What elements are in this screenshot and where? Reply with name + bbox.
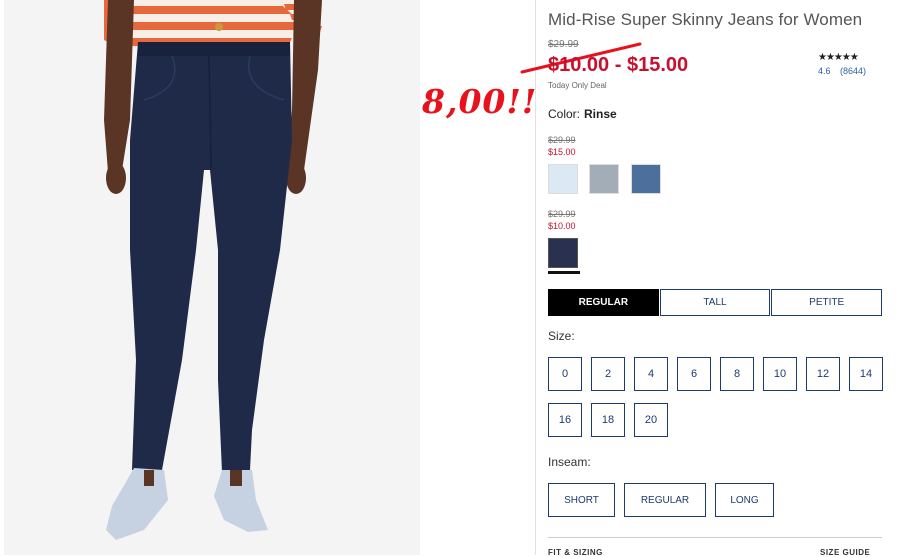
product-title: Mid-Rise Super Skinny Jeans for Women xyxy=(548,10,863,29)
inseam-regular-button[interactable]: REGULAR xyxy=(624,483,706,517)
swatch-group-2-old-price: $29.99 xyxy=(548,209,576,219)
selected-color-name: Rinse xyxy=(584,107,617,121)
section-divider xyxy=(548,537,882,538)
size-option-10[interactable]: 10 xyxy=(763,357,797,391)
rating[interactable]: ★★★★★ 4.6 (8644) xyxy=(818,52,873,76)
product-image[interactable] xyxy=(4,0,420,555)
size-option-18[interactable]: 18 xyxy=(591,403,625,437)
selected-swatch-indicator xyxy=(548,271,580,274)
size-option-14[interactable]: 14 xyxy=(849,357,883,391)
sale-price: $10.00 - $15.00 xyxy=(548,54,689,76)
fit-tabs: REGULAR TALL PETITE xyxy=(548,289,883,316)
swatch-light-wash[interactable] xyxy=(548,164,578,194)
size-guide-link[interactable]: SIZE GUIDE xyxy=(820,548,870,557)
size-option-6[interactable]: 6 xyxy=(677,357,711,391)
inseam-long-button[interactable]: LONG xyxy=(715,483,774,517)
price-annotation: 8,00!! xyxy=(422,82,538,121)
review-count-link[interactable]: (8644) xyxy=(840,66,866,76)
inseam-label: Inseam: xyxy=(548,455,591,469)
swatch-medium-wash[interactable] xyxy=(631,164,661,194)
size-option-4[interactable]: 4 xyxy=(634,357,668,391)
tab-petite[interactable]: PETITE xyxy=(771,289,883,316)
fit-sizing-link[interactable]: FIT & SIZING xyxy=(548,548,603,557)
product-photo-illustration xyxy=(4,0,420,555)
rating-score: 4.6 xyxy=(818,66,831,76)
original-price: $29.99 xyxy=(548,39,579,50)
swatch-rinse[interactable] xyxy=(548,238,578,268)
swatch-group-1-new-price: $15.00 xyxy=(548,147,576,157)
deal-note: Today Only Deal xyxy=(548,81,607,90)
size-option-0[interactable]: 0 xyxy=(548,357,582,391)
tab-regular[interactable]: REGULAR xyxy=(548,289,659,316)
color-label-text: Color: xyxy=(548,107,581,121)
size-option-16[interactable]: 16 xyxy=(548,403,582,437)
size-label: Size: xyxy=(548,329,575,343)
inseam-short-button[interactable]: SHORT xyxy=(548,483,615,517)
size-option-20[interactable]: 20 xyxy=(634,403,668,437)
tab-tall[interactable]: TALL xyxy=(659,289,771,316)
color-label: Color: Rinse xyxy=(548,107,617,121)
swatch-gray-wash[interactable] xyxy=(589,164,619,194)
swatch-group-2-new-price: $10.00 xyxy=(548,221,576,231)
size-option-2[interactable]: 2 xyxy=(591,357,625,391)
star-rating-icon: ★★★★★ xyxy=(818,52,859,63)
size-option-8[interactable]: 8 xyxy=(720,357,754,391)
swatch-group-1-old-price: $29.99 xyxy=(548,135,576,145)
size-option-12[interactable]: 12 xyxy=(806,357,840,391)
